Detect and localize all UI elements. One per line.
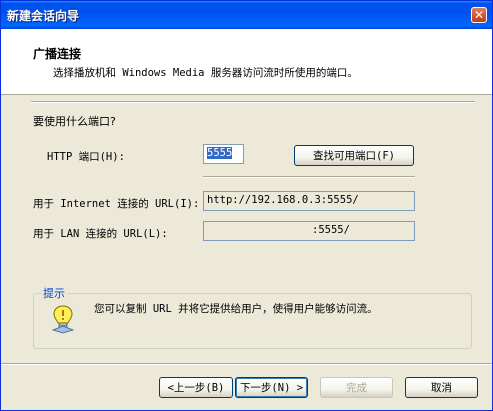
next-button[interactable]: 下一步(N) > bbox=[235, 377, 308, 398]
http-port-label: HTTP 端口(H): bbox=[47, 151, 125, 163]
close-button[interactable]: ✕ bbox=[471, 7, 487, 23]
back-button[interactable]: <上一步(B) bbox=[159, 377, 233, 398]
close-icon: ✕ bbox=[473, 8, 485, 22]
header-divider bbox=[31, 101, 475, 103]
cancel-button[interactable]: 取消 bbox=[405, 377, 478, 398]
lan-url-field[interactable]: :5555/ bbox=[203, 221, 415, 241]
port-divider bbox=[203, 176, 415, 178]
wizard-header: 广播连接 选择播放机和 Windows Media 服务器访问流时所使用的端口。 bbox=[1, 29, 492, 95]
port-question: 要使用什么端口? bbox=[33, 115, 116, 128]
window-title: 新建会话向导 bbox=[7, 9, 80, 23]
hint-legend: 提示 bbox=[41, 285, 67, 301]
title-bar[interactable]: 新建会话向导 ✕ bbox=[1, 1, 492, 29]
http-port-input[interactable]: 5555 bbox=[203, 144, 244, 164]
wizard-window: 新建会话向导 ✕ 广播连接 选择播放机和 Windows Media 服务器访问… bbox=[0, 0, 493, 411]
internet-url-label: 用于 Internet 连接的 URL(I): bbox=[33, 198, 200, 210]
http-port-value: 5555 bbox=[207, 147, 233, 159]
hint-bulb-icon bbox=[51, 305, 75, 334]
internet-url-field[interactable]: http://192.168.0.3:5555/ bbox=[203, 191, 415, 211]
header-title: 广播连接 bbox=[33, 47, 82, 61]
finish-button[interactable]: 完成 bbox=[320, 377, 393, 398]
footer-divider bbox=[1, 363, 492, 365]
hint-text: 您可以复制 URL 并将它提供给用户，使得用户能够访问流。 bbox=[94, 303, 378, 315]
lan-url-label: 用于 LAN 连接的 URL(L): bbox=[33, 228, 168, 240]
find-port-button[interactable]: 查找可用端口(F) bbox=[294, 145, 414, 166]
header-subtitle: 选择播放机和 Windows Media 服务器访问流时所使用的端口。 bbox=[53, 67, 358, 79]
